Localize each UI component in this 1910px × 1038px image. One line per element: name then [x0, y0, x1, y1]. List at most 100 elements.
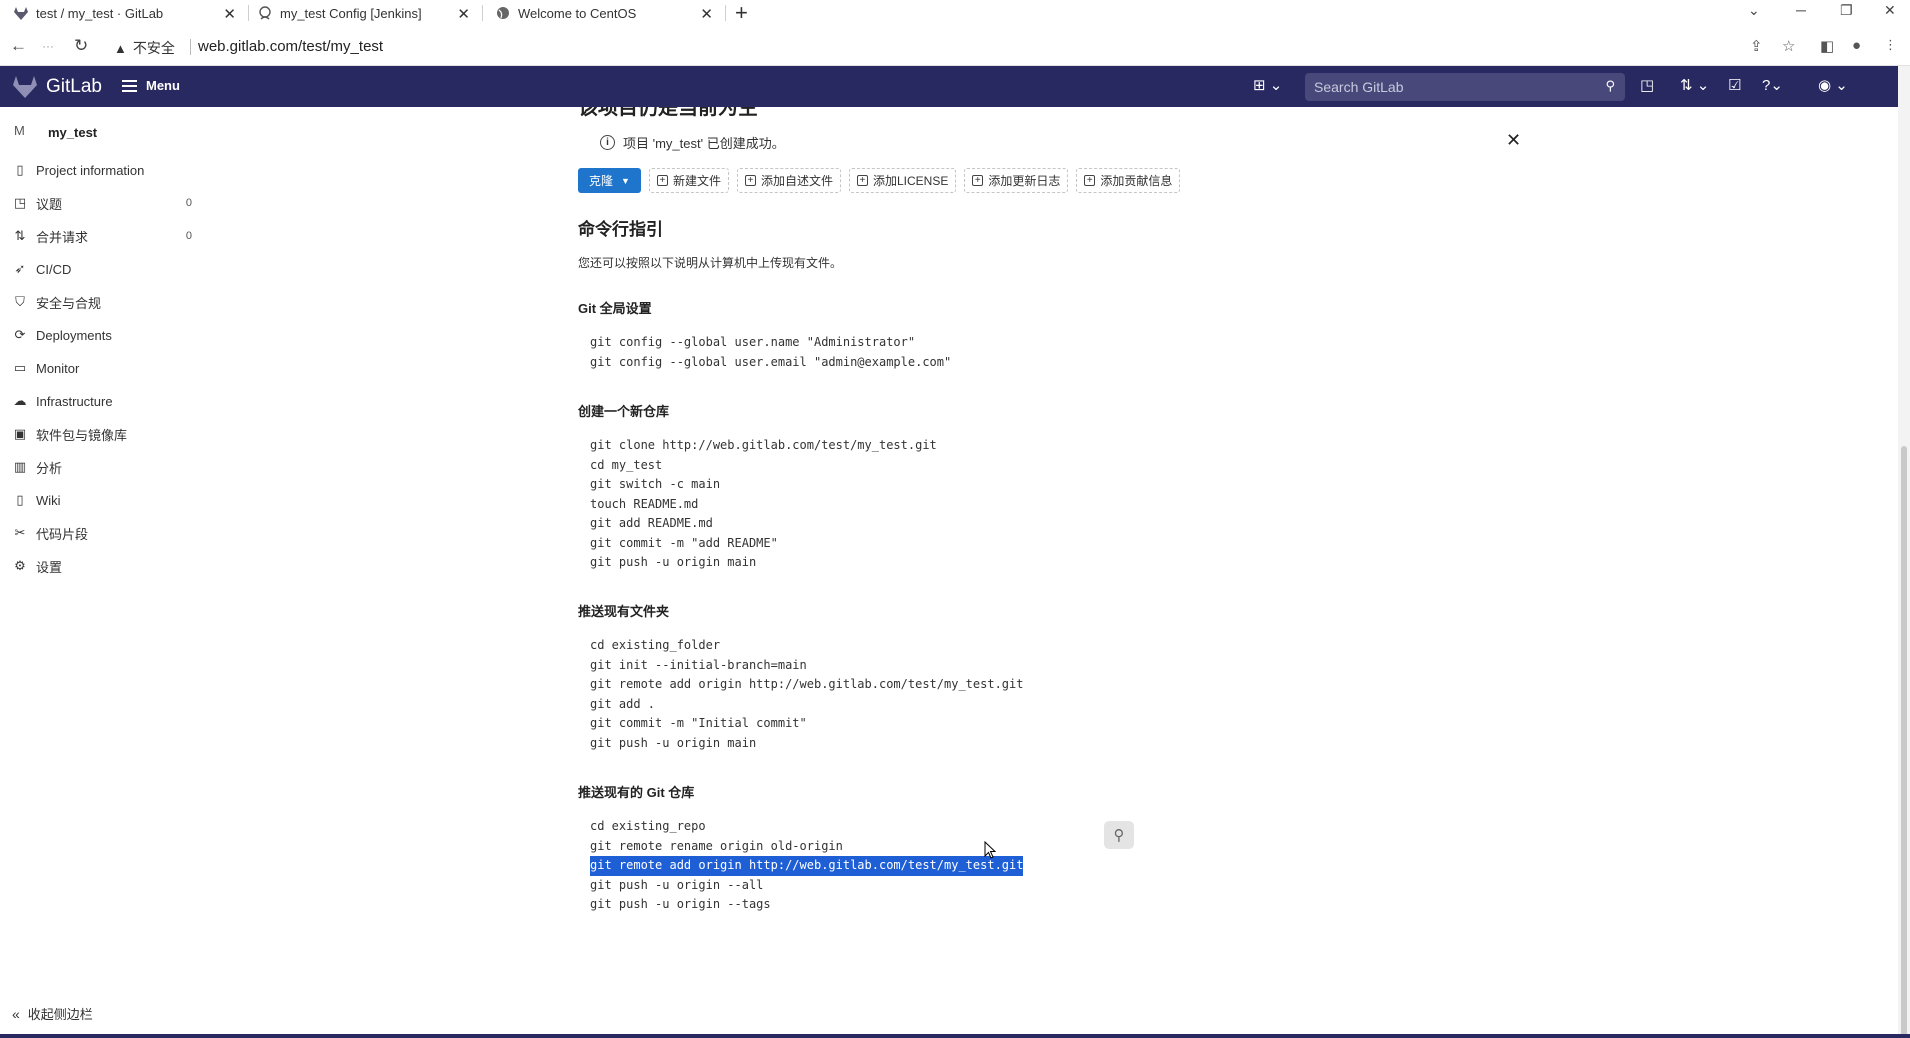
code-line-selected: git remote add origin http://web.gitlab.…	[590, 856, 1024, 876]
add-license-button[interactable]: + 添加LICENSE	[848, 168, 957, 193]
collapse-sidebar-button[interactable]: « 收起侧边栏	[12, 1004, 93, 1023]
sidebar-item-packages[interactable]: ▣ 软件包与镜像库	[12, 423, 197, 445]
user-avatar-icon[interactable]: ◉ ⌄	[1818, 76, 1848, 94]
issues-count: 0	[185, 197, 192, 209]
url-field[interactable]: web.gitlab.com/test/my_test	[198, 38, 383, 55]
restore-icon[interactable]: ❐	[1840, 2, 1853, 19]
search-icon: ⚲	[1605, 78, 1615, 93]
warning-icon: ▲	[114, 40, 127, 56]
sidebar-item-security[interactable]: ⛉ 安全与合规	[12, 291, 197, 313]
sidebar-item-label: 分析	[36, 460, 63, 476]
chevron-down-icon: ▼	[621, 175, 630, 186]
code-line: git add .	[590, 696, 656, 711]
jenkins-icon	[258, 6, 272, 20]
tab-gitlab[interactable]: test / my_test · GitLab ✕	[14, 0, 244, 26]
action-label: 添加LICENSE	[872, 174, 949, 188]
sidebar-project[interactable]: M my_test	[14, 123, 97, 141]
tab-list-chevron-icon[interactable]: ⌄	[1748, 2, 1760, 19]
add-changelog-button[interactable]: + 添加更新日志	[964, 168, 1069, 193]
code-block-existing-folder[interactable]: cd existing_folder git init --initial-bra…	[590, 636, 1023, 753]
tab-centos[interactable]: Welcome to CentOS ✕	[496, 0, 721, 26]
reload-icon[interactable]: ↻	[74, 36, 88, 56]
share-icon[interactable]: ⇪	[1750, 37, 1763, 55]
collapse-label: 收起侧边栏	[27, 1007, 93, 1022]
create-new-icon[interactable]: ⊞ ⌄	[1253, 76, 1282, 94]
package-icon: ▣	[13, 426, 27, 441]
issues-icon[interactable]: ◳	[1640, 76, 1654, 94]
search-selection-icon[interactable]: ⚲	[1104, 821, 1134, 849]
menu-label: Menu	[146, 78, 180, 93]
sidebar-item-merge-requests[interactable]: ⇅ 合并请求 0	[12, 225, 197, 247]
add-readme-button[interactable]: + 添加自述文件	[736, 168, 841, 193]
code-line: cd existing_folder	[590, 638, 721, 652]
page-title: 该项目仍是当前为空	[578, 107, 758, 119]
code-line: git push -u origin --all	[590, 877, 764, 892]
close-icon[interactable]: ✕	[457, 5, 470, 23]
new-tab-button[interactable]: +	[735, 1, 748, 25]
todo-icon[interactable]: ☑	[1728, 76, 1741, 94]
sidebar-item-label: 议题	[36, 196, 63, 212]
sidebar-panel-icon[interactable]: ◧	[1820, 37, 1834, 55]
sidebar-item-monitor[interactable]: ▭ Monitor	[12, 357, 197, 379]
add-contributing-button[interactable]: + 添加贡献信息	[1076, 168, 1181, 193]
sidebar-item-deployments[interactable]: ⟳ Deployments	[12, 324, 197, 346]
sidebar-item-infrastructure[interactable]: ☁ Infrastructure	[12, 390, 197, 412]
plus-square-icon: +	[1084, 175, 1096, 186]
back-arrow-icon[interactable]: ←	[10, 36, 27, 56]
gitlab-fox-icon	[12, 75, 38, 99]
code-block-existing-repo[interactable]: cd existing_repo git remote rename origin…	[590, 817, 1024, 915]
sidebar-item-wiki[interactable]: ▯ Wiki	[12, 489, 197, 511]
page-scrollbar[interactable]	[1898, 66, 1910, 1038]
gitlab-logo[interactable]: GitLab	[12, 75, 102, 99]
monitor-icon: ▭	[13, 360, 27, 375]
alert-text: 项目 'my_test' 已创建成功。	[623, 136, 785, 151]
menu-button[interactable]: Menu	[122, 78, 180, 93]
code-line: cd my_test	[590, 457, 663, 472]
new-file-button[interactable]: + 新建文件	[648, 168, 729, 193]
cli-instructions-title: 命令行指引	[578, 220, 663, 239]
sidebar-item-label: 安全与合规	[36, 295, 102, 311]
close-icon[interactable]: ✕	[700, 5, 713, 23]
security-indicator[interactable]: ▲ 不安全	[114, 38, 175, 58]
plus-square-icon: +	[744, 175, 756, 186]
minimize-icon[interactable]: ─	[1796, 2, 1806, 18]
sidebar-item-cicd[interactable]: ➶ CI/CD	[12, 258, 197, 280]
code-block-global-setup[interactable]: git config --global user.name "Administr…	[590, 333, 951, 372]
window-close-icon[interactable]: ✕	[1884, 2, 1896, 19]
star-icon[interactable]: ☆	[1782, 37, 1795, 55]
scrollbar-thumb[interactable]	[1901, 446, 1907, 1036]
action-label: 添加贡献信息	[1100, 174, 1173, 188]
section-heading-existing-folder: 推送现有文件夹	[578, 604, 670, 619]
sidebar-item-project-information[interactable]: ▯ Project information	[12, 159, 197, 181]
brand-name: GitLab	[46, 76, 102, 97]
globe-icon	[496, 6, 510, 20]
code-line: git commit -m "add README"	[590, 535, 778, 550]
tab-title: my_test Config [Jenkins]	[280, 5, 422, 21]
rocket-icon: ➶	[14, 261, 26, 276]
tab-jenkins[interactable]: my_test Config [Jenkins] ✕	[258, 0, 478, 26]
merge-request-icon[interactable]: ⇅ ⌄	[1680, 76, 1709, 94]
snippet-icon: ✂	[14, 525, 26, 540]
sidebar-item-issues[interactable]: ◳ 议题 0	[12, 192, 197, 214]
sidebar-item-snippets[interactable]: ✂ 代码片段	[12, 522, 197, 544]
search-placeholder: Search GitLab	[1314, 79, 1404, 95]
section-heading-existing-repo: 推送现有的 Git 仓库	[578, 785, 695, 800]
sidebar-item-label: 设置	[36, 559, 63, 575]
main-content: 该项目仍是当前为空 i 项目 'my_test' 已创建成功。 ✕ 克隆 ▼ +…	[560, 107, 1900, 1038]
sidebar-item-settings[interactable]: ⚙ 设置	[12, 555, 197, 577]
code-block-new-repo[interactable]: git clone http://web.gitlab.com/test/my_…	[590, 436, 937, 573]
project-name: my_test	[48, 124, 98, 140]
clone-button[interactable]: 克隆 ▼	[578, 168, 641, 193]
action-label: 新建文件	[672, 174, 721, 188]
code-line: cd existing_repo	[590, 819, 706, 833]
sidebar-item-label: Wiki	[36, 492, 61, 508]
section-heading-global-setup: Git 全局设置	[578, 301, 652, 316]
search-input[interactable]: Search GitLab ⚲	[1305, 73, 1625, 101]
action-label: 添加更新日志	[988, 174, 1061, 188]
sidebar-item-analytics[interactable]: ▥ 分析	[12, 456, 197, 478]
profile-icon[interactable]: ●	[1852, 37, 1861, 54]
kebab-menu-icon[interactable]: ⋮	[1884, 37, 1897, 53]
close-icon[interactable]: ✕	[223, 5, 236, 23]
close-icon[interactable]: ✕	[1506, 130, 1521, 151]
help-icon[interactable]: ?⌄	[1762, 76, 1783, 94]
